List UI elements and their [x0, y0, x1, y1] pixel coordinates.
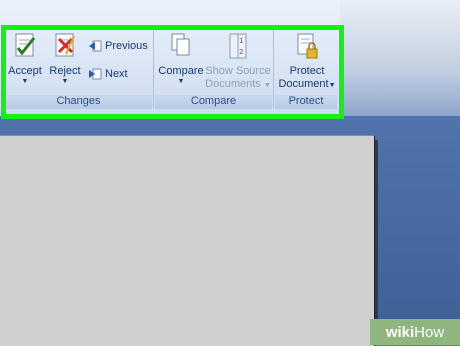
- ribbon-empty-area: [340, 0, 460, 116]
- highlight-frame: [1, 25, 344, 119]
- watermark-brand-b: How: [414, 323, 445, 341]
- watermark-brand-a: wiki: [385, 323, 415, 341]
- wikihow-watermark: wiki How: [370, 319, 460, 345]
- document-page[interactable]: [0, 135, 375, 346]
